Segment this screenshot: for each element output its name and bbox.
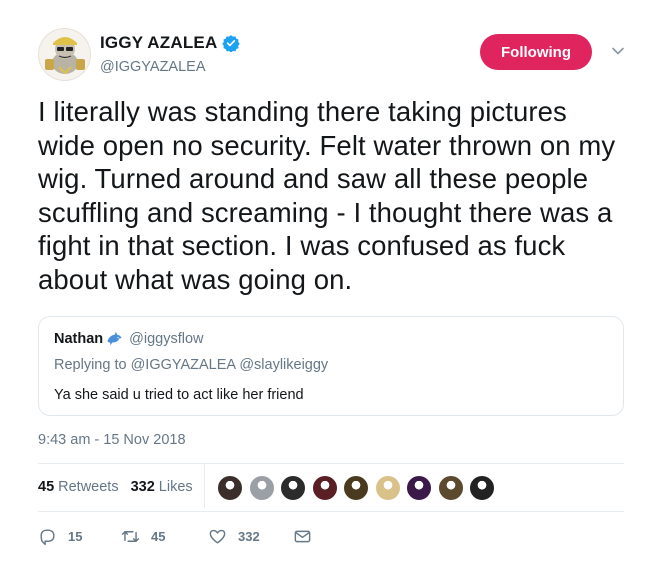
tweet-timestamp[interactable]: 9:43 am - 15 Nov 2018	[38, 432, 186, 448]
liker-avatar[interactable]	[279, 474, 307, 502]
liker-avatar[interactable]	[373, 474, 402, 502]
liker-avatar[interactable]	[436, 474, 465, 502]
like-button[interactable]: 332	[208, 527, 293, 546]
engagement-stats: 45 Retweets 332 Likes	[38, 473, 193, 501]
liker-avatars	[216, 474, 500, 502]
author-handle[interactable]: @IGGYAZALEA	[100, 59, 206, 75]
retweets-stat[interactable]: 45 Retweets	[38, 479, 119, 495]
avatar[interactable]	[38, 28, 91, 81]
liker-avatar[interactable]	[247, 474, 276, 502]
retweet-button[interactable]: 45	[121, 527, 208, 546]
envelope-icon	[294, 530, 311, 542]
likes-stat[interactable]: 332 Likes	[131, 479, 193, 495]
divider	[38, 511, 624, 512]
quoted-tweet[interactable]: Nathan @iggysflow Replying to @IGGYAZALE…	[38, 316, 624, 416]
chevron-down-icon[interactable]	[611, 44, 625, 58]
reply-button[interactable]: 15	[38, 527, 121, 546]
reply-count: 15	[68, 528, 83, 544]
quoted-author-row: Nathan @iggysflow	[54, 331, 204, 347]
retweet-icon	[121, 530, 140, 542]
liker-avatar[interactable]	[405, 474, 433, 502]
retweet-count: 45	[151, 528, 166, 544]
author-name-row: IGGY AZALEA	[100, 33, 241, 53]
verified-badge-icon	[222, 35, 241, 52]
tweet-header: IGGY AZALEA @IGGYAZALEA Following	[38, 28, 638, 84]
quoted-tweet-text: Ya she said u tried to act like her frie…	[54, 387, 304, 403]
replying-to-handles[interactable]: @IGGYAZALEA @slaylikeiggy	[131, 357, 329, 373]
tweet-text: I literally was standing there taking pi…	[38, 96, 616, 295]
liker-avatar[interactable]	[342, 474, 370, 502]
likes-label: Likes	[158, 479, 193, 495]
cartoon-mascot-avatar-icon	[45, 37, 85, 75]
liker-avatar[interactable]	[310, 474, 339, 502]
retweets-count: 45	[38, 479, 55, 495]
heart-icon	[209, 529, 226, 544]
liker-avatar[interactable]	[468, 474, 496, 502]
likes-count: 332	[130, 479, 155, 495]
quoted-author-handle: @iggysflow	[129, 331, 204, 347]
following-button[interactable]: Following	[480, 34, 592, 70]
stats-separator	[204, 464, 205, 508]
like-count: 332	[238, 528, 260, 544]
quoted-author-name: Nathan	[54, 331, 104, 347]
retweets-label: Retweets	[58, 479, 119, 495]
divider	[38, 463, 624, 464]
direct-message-button[interactable]	[293, 527, 312, 546]
author-display-name[interactable]: IGGY AZALEA	[100, 33, 217, 53]
tweet-actions: 15 45 332	[38, 524, 312, 548]
replying-to-prefix: Replying to	[54, 357, 127, 373]
replying-to-line: Replying to @IGGYAZALEA @slaylikeiggy	[54, 357, 328, 373]
reply-icon	[40, 528, 55, 545]
dolphin-icon	[107, 331, 122, 346]
liker-avatar[interactable]	[216, 474, 244, 502]
